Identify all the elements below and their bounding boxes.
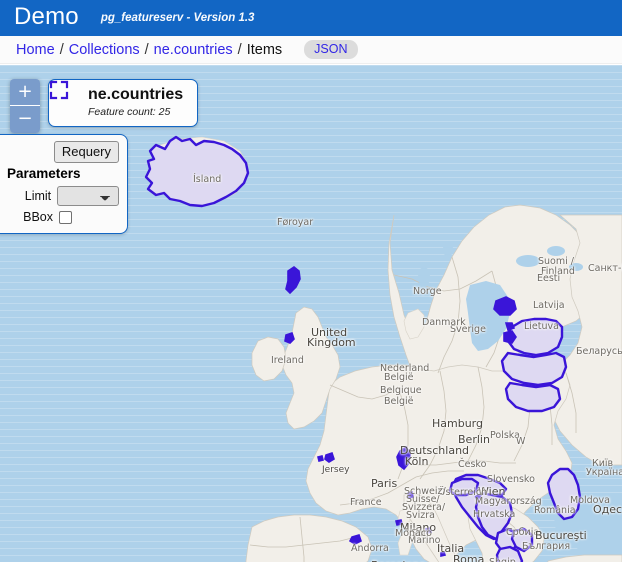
breadcrumb-separator: / [59,41,64,58]
limit-label: Limit [24,189,52,203]
breadcrumb-collections[interactable]: Collections [69,42,140,58]
parameters-heading: Parameters [7,166,81,181]
feature-liechtenstein [407,491,414,499]
map-canvas[interactable]: .land { fill:#f2efe9; stroke:#cfcabf; st… [0,65,622,562]
parameters-panel: Requery Parameters Limit 1025501001000 B… [0,134,128,234]
breadcrumb-current: Items [246,41,283,58]
bbox-checkbox[interactable] [59,210,72,224]
feature-vatican [440,550,447,558]
feature-moldova [546,467,582,521]
page-root: Demo pg_featureserv - Version 1.3 Home /… [0,0,622,562]
feature-aland [493,296,517,316]
limit-row: Limit 1025501001000 [5,186,119,206]
breadcrumb: Home / Collections / ne.countries / Item… [0,36,622,64]
feature-san-marino [425,527,432,534]
collection-info-box: ne.countries Feature count: 25 [48,79,199,127]
feature-andorra [348,534,362,545]
feature-guernsey [317,455,324,462]
bbox-label: BBox [23,210,53,224]
zoom-control[interactable]: + − [10,79,40,133]
feature-monaco [395,519,403,526]
breadcrumb-collection[interactable]: ne.countries [154,42,233,58]
feature-slovenia [448,477,480,497]
app-version: pg_featureserv - Version 1.3 [100,12,255,24]
brand-title: Demo [14,3,79,30]
bbox-row: BBox [5,210,119,224]
requery-row: Requery [5,141,119,163]
collection-title: ne.countries [88,86,184,103]
breadcrumb-separator: / [144,41,149,58]
collection-feature-count: Feature count: 25 [88,105,171,118]
app-header: Demo pg_featureserv - Version 1.3 [0,0,622,36]
json-link-badge[interactable]: JSON [304,40,358,59]
feature-baltic-island-hiiumaa [504,322,516,332]
breadcrumb-separator: / [237,41,242,58]
feature-faroe-islands [285,266,301,295]
feature-jersey [324,451,335,463]
zoom-out-button[interactable]: − [10,106,40,133]
bbox-bracket-icon [49,80,79,112]
limit-select[interactable]: 1025501001000 [57,186,119,206]
collection-info-text: ne.countries Feature count: 25 [88,86,184,118]
requery-button[interactable]: Requery [53,141,119,163]
breadcrumb-home[interactable]: Home [16,42,55,58]
zoom-in-button[interactable]: + [10,79,40,106]
